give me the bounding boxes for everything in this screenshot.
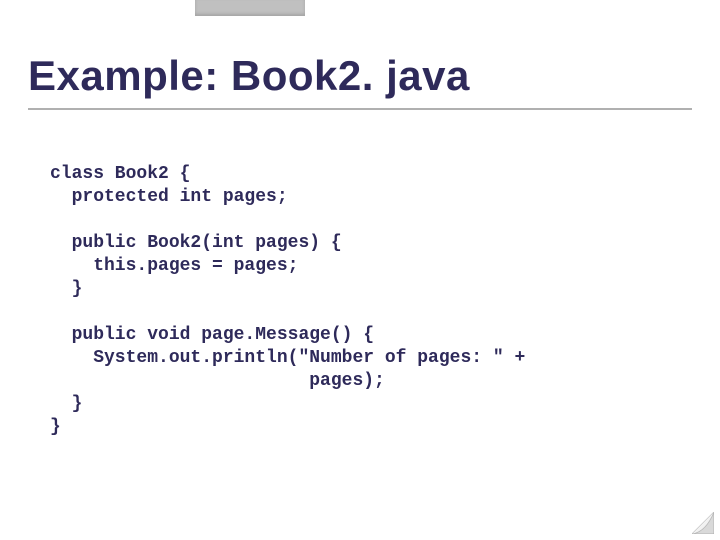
- code-line: }: [50, 394, 82, 414]
- title-underline: [28, 108, 692, 110]
- code-line: pages);: [50, 371, 385, 391]
- page-curl-icon: [692, 512, 714, 534]
- code-line: }: [50, 279, 82, 299]
- slide-title: Example: Book2. java: [28, 52, 692, 106]
- top-accent-bar: [195, 0, 305, 16]
- code-line: public void page.Message() {: [50, 325, 374, 345]
- code-line: protected int pages;: [50, 187, 288, 207]
- code-line: }: [50, 417, 61, 437]
- code-line: this.pages = pages;: [50, 256, 298, 276]
- code-line: class Book2 {: [50, 164, 190, 184]
- title-block: Example: Book2. java: [28, 52, 692, 110]
- code-listing: class Book2 { protected int pages; publi…: [50, 163, 680, 439]
- code-line: public Book2(int pages) {: [50, 233, 342, 253]
- slide: Example: Book2. java class Book2 { prote…: [0, 0, 720, 540]
- code-line: System.out.println("Number of pages: " +: [50, 348, 525, 368]
